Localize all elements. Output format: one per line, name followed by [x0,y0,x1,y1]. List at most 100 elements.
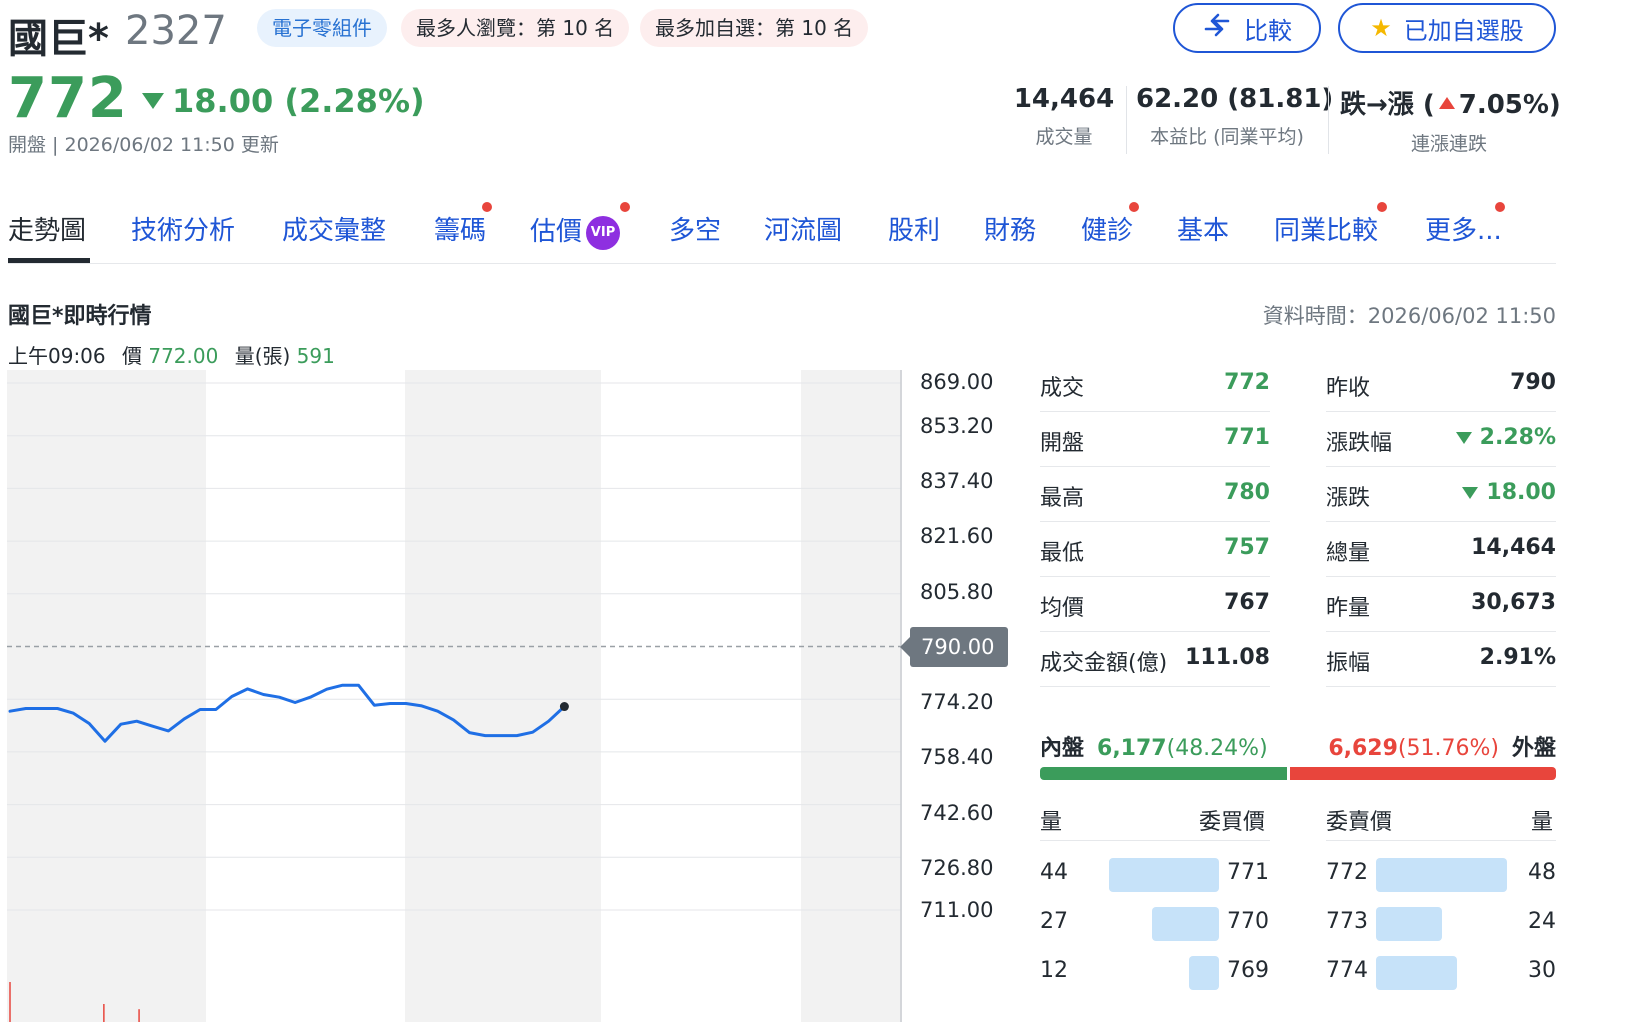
data-time: 資料時間：2026/06/02 11:50 [1262,304,1556,328]
quote-label: 昨量 [1326,596,1371,621]
down-arrow-icon [1455,431,1472,444]
quote-value: 757 [1224,535,1270,560]
quote-value-text: 18.00 [1486,480,1556,505]
hover-time: 上午09:06 [8,344,106,368]
tab-basic[interactable]: 基本 [1177,210,1229,247]
quote-row-divider [1326,521,1556,522]
quote-value: 780 [1224,480,1270,505]
industry-badge[interactable]: 電子零組件 [257,9,387,47]
y-axis-tick: 853.20 [920,414,994,438]
price-change-value: 18.00 (2.28%) [172,82,425,120]
y-axis-tick: 821.60 [920,524,994,548]
quote-value-text: 790 [1510,370,1556,395]
bid-volume-bar [1189,956,1219,990]
tab-valuation[interactable]: 估價 VIP [530,211,621,250]
bid-price[interactable]: 770 [1227,909,1269,934]
tab-financials[interactable]: 財務 [984,210,1036,247]
tab-long-short[interactable]: 多空 [669,210,721,247]
notification-dot [1377,202,1387,212]
quote-row-divider [1040,686,1270,687]
ask-volume: 30 [1528,958,1556,983]
stat-divider [1126,86,1127,154]
streak-stat: 跌→漲 (7.05%) 連漲連跌 [1340,84,1561,156]
compare-label: 比較 [1244,16,1292,45]
bid-volume-bar [1109,858,1219,892]
outer-pct: (51.76%) [1397,736,1499,761]
compare-button[interactable]: 比較 [1173,3,1321,53]
reference-price-tag: 790.00 [900,627,1008,667]
bid-volume-header: 量 [1040,810,1063,835]
tab-divider [8,263,1556,264]
bid-price[interactable]: 769 [1227,958,1269,983]
inner-label: 內盤 [1040,736,1085,761]
pe-stat: 62.20 (81.81) 本益比 (同業平均) [1136,84,1333,149]
current-price: 772 [8,66,128,131]
quote-value-text: 14,464 [1471,535,1556,560]
vip-badge: VIP [586,215,621,250]
ask-price-header: 委賣價 [1326,810,1393,835]
tab-trend[interactable]: 走勢圖 [8,210,86,247]
quote-row-divider [1326,686,1556,687]
quote-value: 2.28% [1455,425,1556,450]
quote-label: 成交金額(億) [1040,651,1168,676]
stock-code: 2327 [125,8,227,54]
quote-label: 振幅 [1326,651,1371,676]
ask-price[interactable]: 773 [1326,909,1368,934]
ask-volume-bar [1376,907,1442,941]
quote-label: 昨收 [1326,376,1371,401]
tab-chips[interactable]: 籌碼 [434,210,486,247]
hover-price: 772.00 [148,344,219,368]
volume-stat: 14,464 成交量 [1012,84,1116,149]
tab-trades[interactable]: 成交彙整 [282,210,386,247]
quote-value: 14,464 [1471,535,1556,560]
most-watched-badge: 最多加自選：第 10 名 [640,9,869,47]
quote-value: 30,673 [1471,590,1556,615]
volume-value: 14,464 [1013,84,1115,114]
watchlist-label: 已加自選股 [1403,16,1524,45]
update-status: 開盤 | 2026/06/02 11:50 更新 [8,134,279,156]
notification-dot [1495,202,1505,212]
tab-technical[interactable]: 技術分析 [131,210,235,247]
quote-row-divider [1040,466,1270,467]
quote-label: 最高 [1040,486,1085,511]
ask-price[interactable]: 772 [1326,860,1368,885]
quote-label: 成交 [1040,376,1085,401]
bid-price[interactable]: 771 [1227,860,1269,885]
tab-more[interactable]: 更多... [1425,210,1502,247]
quote-value: 790 [1510,370,1556,395]
quote-value: 2.91% [1480,645,1556,670]
time-band [801,370,902,1022]
ask-price[interactable]: 774 [1326,958,1368,983]
tab-peer-compare[interactable]: 同業比較 [1274,210,1378,247]
hover-volume: 591 [296,344,335,368]
compare-icon [1202,11,1232,45]
quote-value: 18.00 [1462,480,1556,505]
down-arrow-icon [142,93,164,109]
inner-pct: (48.24%) [1166,736,1268,761]
streak-label: 連漲連跌 [1410,133,1487,155]
quote-value-text: 2.91% [1479,645,1556,670]
up-arrow-icon [1438,97,1455,109]
quote-label: 總量 [1326,541,1371,566]
bid-volume: 27 [1040,909,1068,934]
tab-river-chart[interactable]: 河流圖 [764,210,842,247]
quote-row-divider [1326,466,1556,467]
notification-dot [482,202,492,212]
orderbook-divider [1326,840,1556,841]
last-price-dot [559,702,569,712]
y-axis-tick: 869.00 [920,370,994,394]
tab-health[interactable]: 健診 [1081,210,1133,247]
outer-label: 外盤 [1511,736,1556,761]
tab-valuation-label: 估價 [530,217,583,247]
y-axis-tick: 758.40 [920,745,994,769]
watchlist-button[interactable]: ★ 已加自選股 [1338,3,1556,53]
inner-volume: 內盤 6,177(48.24%) [1040,730,1268,762]
intraday-chart[interactable] [7,370,902,1022]
inner-ratio-fill [1040,767,1287,780]
ask-volume-header: 量 [1531,810,1554,835]
quote-value: 111.08 [1185,645,1270,670]
bid-volume-bar [1152,907,1219,941]
streak-pct: 7.05%) [1458,90,1561,120]
tab-dividend[interactable]: 股利 [888,210,940,247]
quote-label: 漲跌 [1326,486,1371,511]
